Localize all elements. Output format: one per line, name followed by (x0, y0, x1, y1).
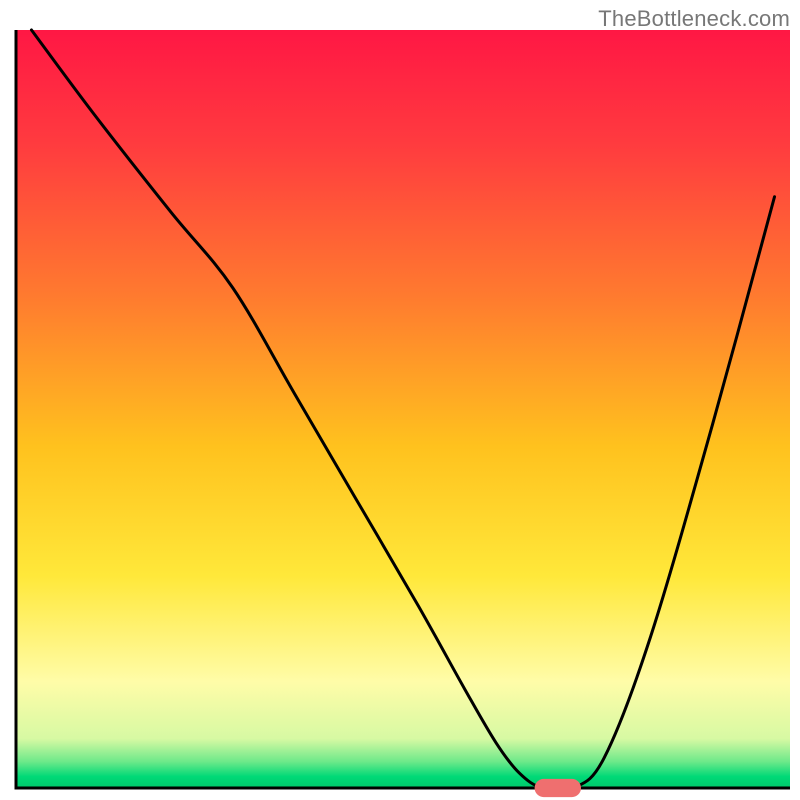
chart-container: TheBottleneck.com (0, 0, 800, 800)
optimal-marker (535, 779, 581, 797)
bottleneck-chart (0, 0, 800, 800)
plot-background (16, 30, 790, 788)
watermark-text: TheBottleneck.com (598, 6, 790, 32)
